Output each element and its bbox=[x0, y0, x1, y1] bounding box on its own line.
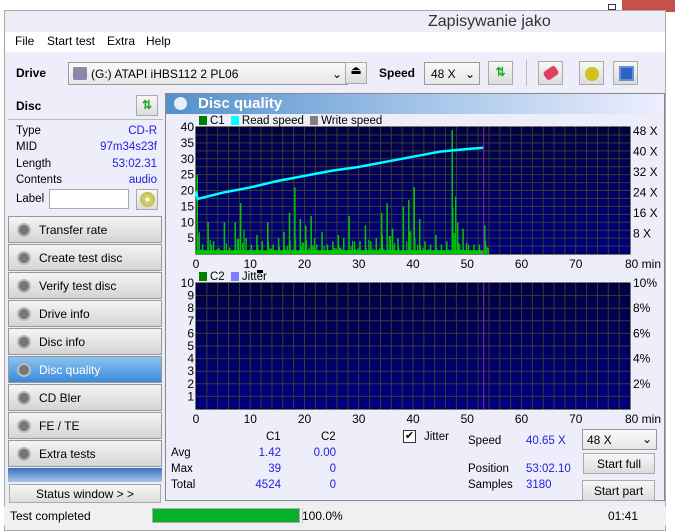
x-tick-label: 10 bbox=[244, 412, 258, 426]
y-tick-label: 7 bbox=[187, 314, 194, 328]
progress-bar bbox=[152, 508, 300, 523]
c1-bar bbox=[207, 222, 209, 254]
progress-text: 100.0% bbox=[302, 509, 343, 523]
x-tick-label: 50 bbox=[461, 412, 475, 426]
c1-bar bbox=[223, 222, 226, 254]
x-tick-label: 0 bbox=[193, 412, 200, 426]
c1-bar bbox=[487, 247, 489, 254]
x-tick-label: 60 bbox=[515, 412, 529, 426]
c1-bar bbox=[484, 241, 487, 254]
y-tick-label: 20 bbox=[181, 184, 195, 198]
x-tick-label: 10 bbox=[244, 257, 258, 271]
y2-tick-label: 40 X bbox=[633, 145, 658, 159]
y-tick-label: 25 bbox=[181, 168, 195, 182]
y2-tick-label: 48 X bbox=[633, 124, 658, 138]
x-tick-label: 20 bbox=[298, 257, 312, 271]
background-window-title: Zapisywanie jako bbox=[428, 13, 551, 30]
x-tick-label: 80 min bbox=[625, 412, 661, 426]
y2-tick-label: 32 X bbox=[633, 165, 658, 179]
c1-bar bbox=[239, 203, 242, 254]
y-tick-label: 4 bbox=[187, 352, 194, 366]
y-tick-label: 2 bbox=[187, 377, 194, 391]
y-tick-label: 10 bbox=[181, 276, 195, 290]
x-tick-label: 80 min bbox=[625, 257, 661, 271]
c1-bar bbox=[348, 215, 350, 254]
c1-bar bbox=[402, 206, 405, 254]
c1-bar bbox=[486, 246, 488, 254]
x-tick-label: 20 bbox=[298, 412, 312, 426]
c1-bar bbox=[455, 196, 457, 254]
y2-tick-label: 10% bbox=[633, 276, 657, 290]
y2-tick-label: 8 X bbox=[633, 227, 651, 241]
x-tick-label: 70 bbox=[569, 412, 583, 426]
elapsed-time: 01:41 bbox=[608, 509, 639, 523]
y-tick-label: 8 bbox=[187, 301, 194, 315]
y2-tick-label: 8% bbox=[633, 301, 651, 315]
y-tick-label: 3 bbox=[187, 364, 194, 378]
x-tick-label: 0 bbox=[193, 257, 200, 271]
y-tick-label: 1 bbox=[187, 389, 194, 403]
x-tick-label: 50 bbox=[461, 257, 475, 271]
y2-tick-label: 2% bbox=[633, 377, 651, 391]
y-tick-label: 9 bbox=[187, 289, 194, 303]
y2-tick-label: 24 X bbox=[633, 186, 658, 200]
status-bar: Test completed 100.0% 01:41 bbox=[4, 506, 666, 526]
charts: 0 10 20 30 40 50 60 70 80 min5101520253035408 X1… bbox=[181, 120, 661, 426]
y-tick-label: 40 bbox=[181, 120, 195, 134]
y-tick-label: 6 bbox=[187, 326, 194, 340]
c1-baseline bbox=[196, 250, 484, 254]
status-text: Test completed bbox=[10, 509, 91, 523]
x-tick-label: 30 bbox=[352, 257, 366, 271]
x-tick-label: 70 bbox=[569, 257, 583, 271]
y2-tick-label: 6% bbox=[633, 326, 651, 340]
y-tick-label: 5 bbox=[187, 231, 194, 245]
y-tick-label: 35 bbox=[181, 136, 195, 150]
x-tick-label: 40 bbox=[406, 257, 420, 271]
c1-bar bbox=[234, 222, 236, 254]
progress-fill bbox=[153, 509, 299, 522]
y-tick-label: 15 bbox=[181, 199, 195, 213]
y2-tick-label: 4% bbox=[633, 352, 651, 366]
c1-bar bbox=[386, 203, 388, 254]
c1-bar bbox=[452, 208, 454, 254]
y-tick-label: 30 bbox=[181, 152, 195, 166]
y2-tick-label: 16 X bbox=[633, 206, 658, 220]
y-tick-label: 5 bbox=[187, 339, 194, 353]
x-tick-label: 30 bbox=[352, 412, 366, 426]
x-tick-label: 40 bbox=[406, 412, 420, 426]
y-tick-label: 10 bbox=[181, 215, 195, 229]
x-tick-label: 60 bbox=[515, 257, 529, 271]
